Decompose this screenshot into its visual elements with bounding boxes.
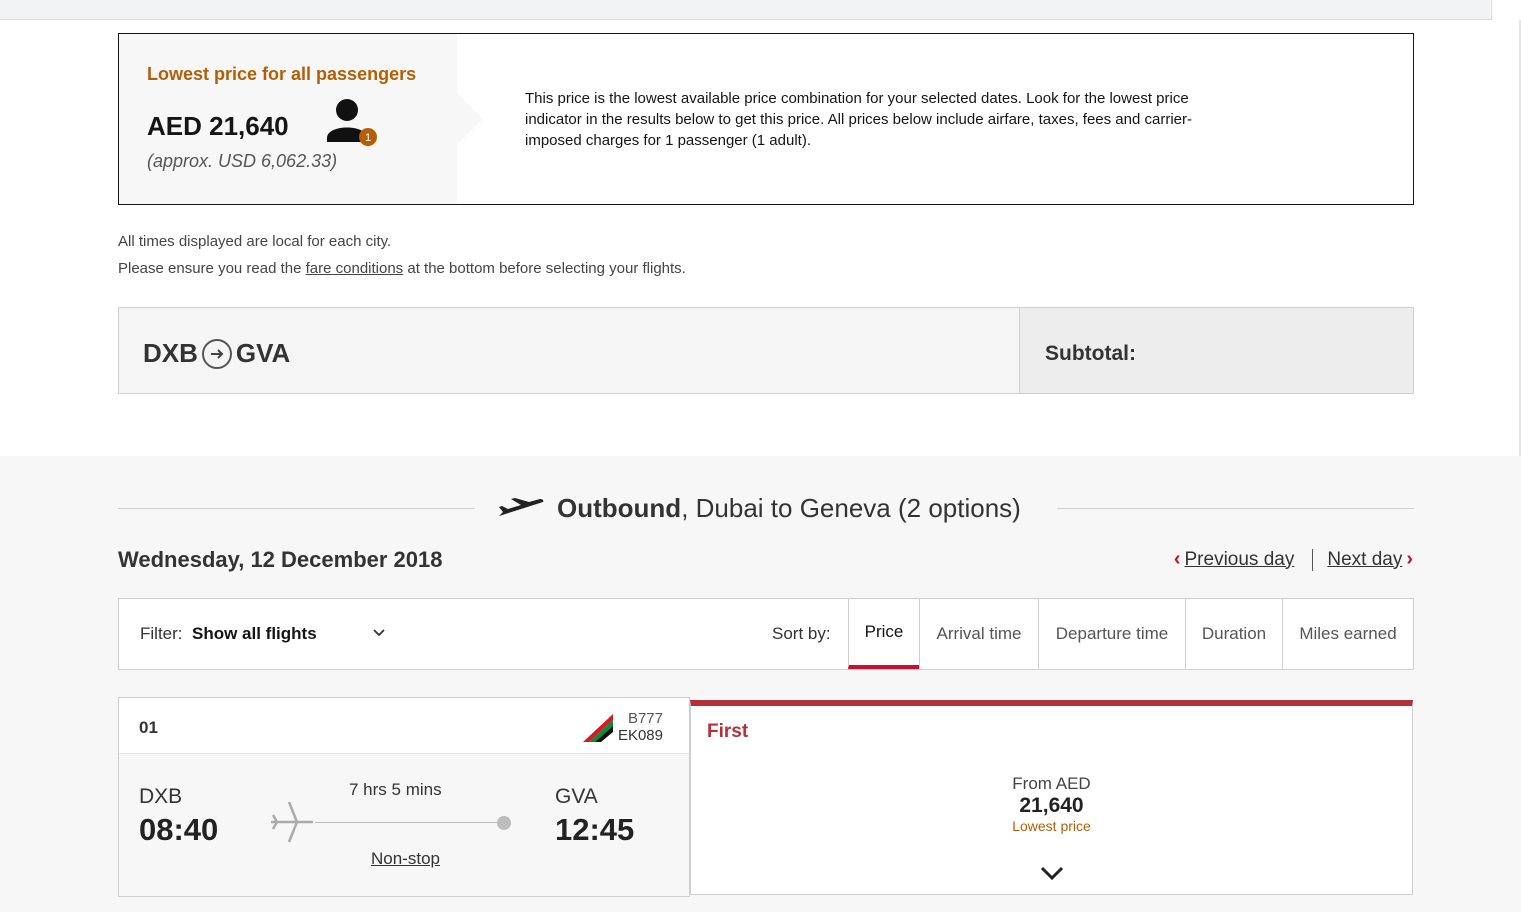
subtotal-label: Subtotal:	[1045, 342, 1136, 365]
chevron-down-icon[interactable]	[371, 625, 387, 641]
lowest-price-tag: Lowest price	[1012, 818, 1091, 834]
lowest-price-description: This price is the lowest available price…	[525, 90, 1192, 149]
subtotal-area: Subtotal:	[1019, 308, 1413, 393]
first-class-fare-card[interactable]: First From AED 21,640 Lowest price	[690, 700, 1413, 895]
aircraft-type: B777	[627, 710, 663, 727]
outbound-label: Outbound	[557, 492, 682, 523]
lowest-price-amount: AED 21,640	[147, 111, 289, 141]
fare-conditions-link[interactable]: fare conditions	[306, 260, 404, 277]
divider-left	[118, 508, 475, 509]
sort-duration-tab[interactable]: Duration	[1185, 599, 1282, 669]
arrow-right-circle-icon	[201, 338, 232, 369]
filter-sort-bar: Filter: Show all flights Sort by: Price …	[118, 598, 1414, 670]
origin-code: DXB	[139, 785, 183, 808]
passenger-count: 1	[365, 132, 371, 144]
filter-label: Filter:	[140, 624, 183, 643]
aircraft-info: B777 EK089	[618, 710, 663, 744]
arrival-time: 12:45	[555, 812, 635, 847]
filter-dropdown[interactable]: Show all flights	[192, 624, 317, 644]
selected-date: Wednesday, 12 December 2018	[118, 547, 443, 572]
next-day-link[interactable]: Next day	[1327, 549, 1402, 571]
browser-toolbar	[0, 0, 1521, 20]
toolbar-edge	[1491, 0, 1521, 20]
outbound-title: Outbound, Dubai to Geneva (2 options)	[497, 490, 1057, 526]
sort-label: Sort by:	[772, 624, 831, 643]
flight-card-header: 01 B777 EK089	[119, 698, 689, 754]
fare-price: 21,640	[1019, 794, 1084, 817]
lowest-price-heading: Lowest price for all passengers	[147, 64, 417, 84]
expand-chevron-icon[interactable]	[1039, 864, 1065, 882]
fare-conditions-note: Please ensure you read the fare conditio…	[118, 260, 686, 277]
airline-logo-icon	[583, 714, 613, 742]
local-times-note: All times displayed are local for each c…	[118, 233, 392, 250]
fare-note-suffix: at the bottom before selecting your flig…	[403, 260, 686, 277]
flight-number: EK089	[617, 727, 663, 744]
flight-option-number: 01	[139, 718, 158, 737]
flight-option-card[interactable]: 01 B777 EK089 DXB 08:40 7 hrs 5 mins Non…	[118, 697, 690, 897]
lowest-price-approx: (approx. USD 6,062.33)	[147, 151, 338, 171]
outbound-route-text: , Dubai to Geneva (2 options)	[681, 492, 1021, 523]
route-summary: DXB GVA Subtotal:	[118, 307, 1414, 394]
sort-arrival-time-tab[interactable]: Arrival time	[919, 599, 1038, 669]
destination-code: GVA	[555, 785, 598, 808]
non-stop-link[interactable]: Non-stop	[371, 849, 440, 869]
destination-dot	[497, 816, 511, 830]
flight-duration: 7 hrs 5 mins	[349, 780, 442, 799]
departure-time: 08:40	[139, 812, 219, 847]
chevron-left-icon[interactable]: ‹	[1174, 548, 1181, 571]
route-destination: GVA	[235, 338, 291, 368]
sort-price-tab[interactable]: Price	[848, 599, 919, 669]
plane-icon	[271, 801, 313, 843]
route-origin: DXB	[143, 338, 198, 368]
divider-right	[1057, 508, 1414, 509]
route-origin-destination: DXB GVA	[143, 338, 290, 369]
cabin-class: First	[707, 721, 749, 742]
lowest-price-summary: Lowest price for all passengers AED 21,6…	[119, 34, 483, 204]
day-navigation: ‹ Previous day Next day ›	[1174, 548, 1413, 571]
sort-miles-earned-tab[interactable]: Miles earned	[1282, 599, 1413, 669]
fare-from-label: From AED	[1012, 774, 1091, 793]
day-nav-separator	[1312, 548, 1314, 571]
fare-note-prefix: Please ensure you read the	[118, 260, 306, 277]
lowest-price-panel: Lowest price for all passengers AED 21,6…	[118, 33, 1414, 205]
previous-day-link[interactable]: Previous day	[1185, 549, 1295, 571]
flight-path-line	[315, 822, 507, 823]
departing-plane-icon	[499, 498, 544, 516]
passenger-icon: 1	[327, 99, 377, 146]
chevron-right-icon[interactable]: ›	[1406, 548, 1413, 571]
sort-departure-time-tab[interactable]: Departure time	[1038, 599, 1185, 669]
